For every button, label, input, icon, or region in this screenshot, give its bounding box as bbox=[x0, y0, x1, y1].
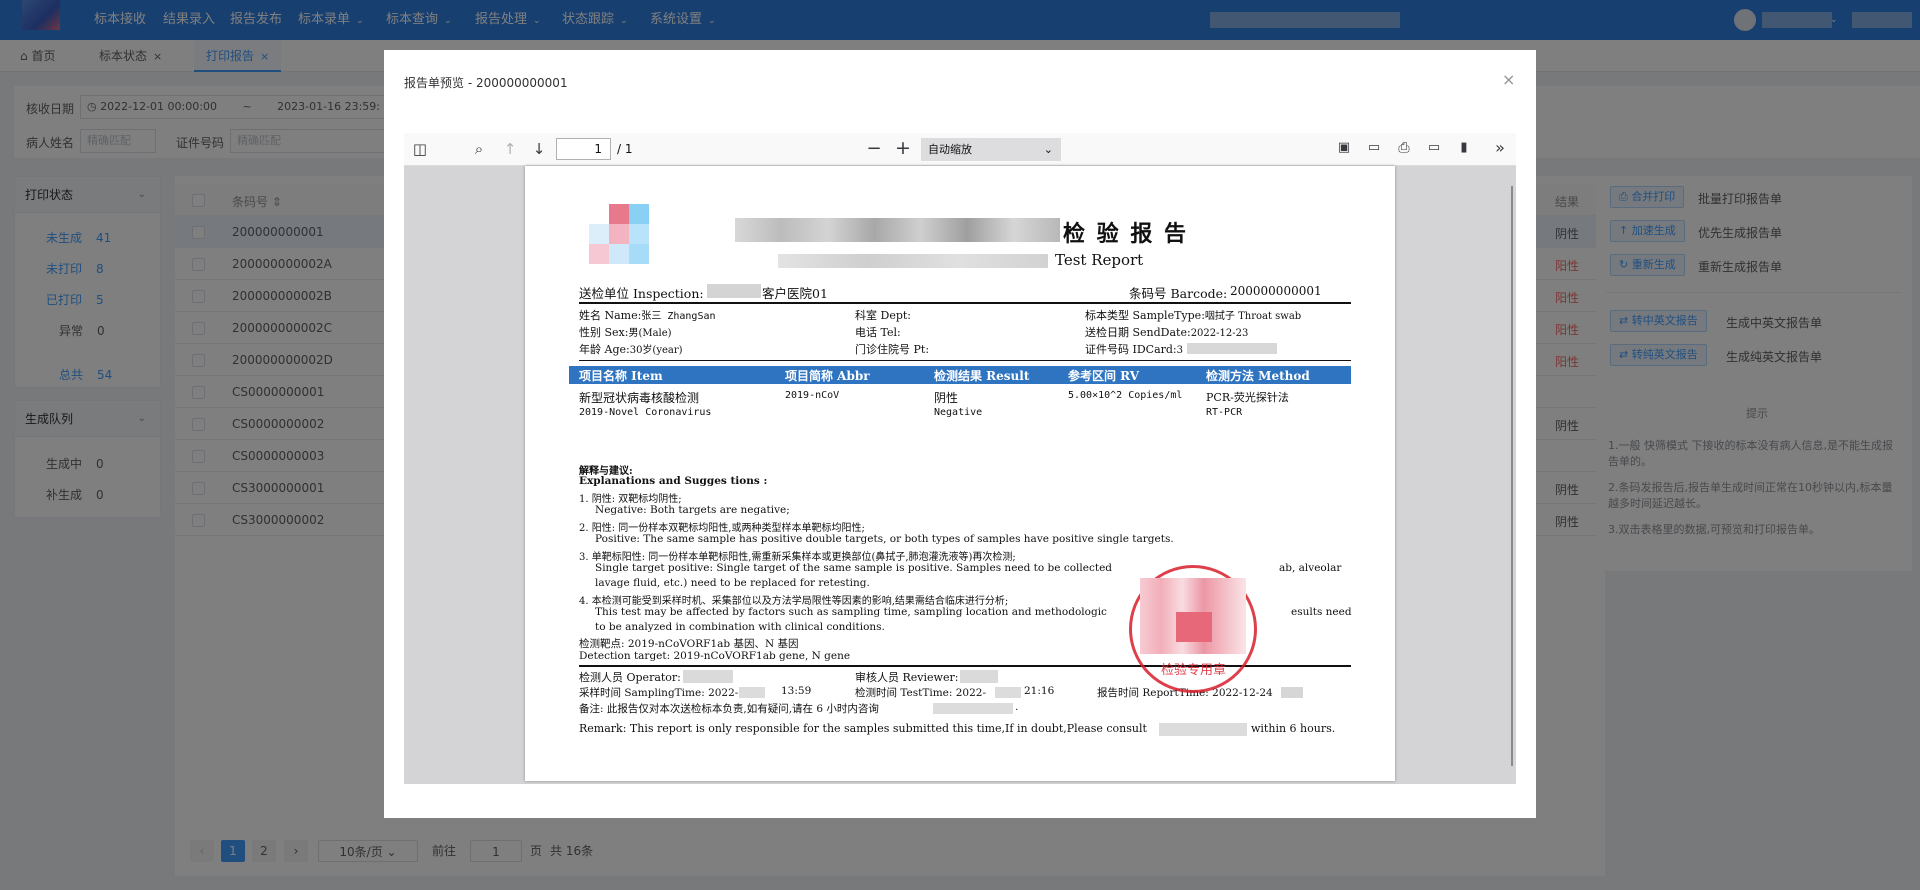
search-icon[interactable]: ⌕ bbox=[468, 140, 490, 158]
sex-label: 性别 Sex:男(Male) bbox=[579, 326, 672, 339]
barcode-value: 200000000001 bbox=[1230, 284, 1322, 298]
method-cn: PCR-荧光探针法 bbox=[1206, 391, 1289, 404]
sampling-time: 采样时间 SamplingTime: 2022- bbox=[579, 687, 739, 699]
presentation-mode-icon[interactable]: ▣ bbox=[1333, 140, 1355, 155]
blurred-operator bbox=[683, 670, 733, 683]
blurred-hospital-name bbox=[735, 218, 1060, 242]
pdf-scrollbar[interactable] bbox=[1511, 186, 1513, 766]
zoom-select[interactable]: 自动缩放 ⌄ bbox=[921, 138, 1061, 161]
explain-3-en-2: lavage fluid, etc.) need to be replaced … bbox=[595, 577, 870, 589]
report-title-en: Test Report bbox=[1055, 251, 1144, 269]
page-number-input[interactable]: 1 bbox=[556, 138, 611, 160]
download-icon[interactable]: ▭ bbox=[1423, 140, 1445, 155]
detection-target-en: Detection target: 2019-nCoVORF1ab gene, … bbox=[579, 650, 851, 662]
age-label: 年龄 Age:30岁(year) bbox=[579, 343, 683, 356]
chevron-down-icon: ⌄ bbox=[1043, 143, 1053, 156]
blurred-contact bbox=[933, 703, 1013, 714]
reviewer-label: 审核人员 Reviewer: bbox=[855, 671, 959, 684]
explain-3-cn: 3. 单靶标阳性: 同一份样本单靶标阳性,需重新采集样本或更换部位(鼻拭子,肺泡… bbox=[579, 552, 1016, 563]
explain-4-en: This test may be affected by factors suc… bbox=[595, 606, 1107, 618]
blurred-test-date bbox=[995, 687, 1021, 698]
bookmark-icon[interactable]: ▮ bbox=[1453, 140, 1475, 155]
inspection-seal: 检验专用章 bbox=[1129, 565, 1257, 693]
sample-type-label: 标本类型 SampleType:咽拭子 Throat swab bbox=[1085, 309, 1302, 322]
explain-2-en: Positive: The same sample has positive d… bbox=[595, 533, 1174, 545]
next-page-icon[interactable]: ↓ bbox=[528, 140, 550, 158]
explain-1-en: Negative: Both targets are negative; bbox=[595, 504, 790, 516]
previous-page-icon[interactable]: ↑ bbox=[499, 140, 521, 158]
explain-4-en-tail: esults need bbox=[1291, 606, 1352, 618]
explain-3-en-tail: ab, alveolar bbox=[1279, 562, 1342, 574]
report-page: 检 验 报 告 Test Report 送检单位 Inspection: 客户医… bbox=[525, 166, 1395, 781]
explain-1-cn: 1. 阴性: 双靶标均阴性; bbox=[579, 494, 682, 505]
page-total: / 1 bbox=[617, 142, 633, 156]
divider bbox=[579, 360, 1351, 361]
result-en: Negative bbox=[934, 407, 983, 418]
blurred-idcard bbox=[1187, 343, 1277, 354]
explain-2-cn: 2. 阳性: 同一份样本双靶标均阳性,或两种类型样本单靶标均阳性; bbox=[579, 523, 865, 534]
inspection-value: 客户医院01 bbox=[762, 286, 828, 301]
hospital-logo bbox=[585, 204, 669, 266]
remark-text: Remark: This report is only responsible … bbox=[579, 722, 1147, 735]
report-title: 检 验 报 告 bbox=[1063, 221, 1188, 247]
explain-3-en: Single target positive: Single target of… bbox=[595, 562, 1113, 574]
sidebar-toggle-icon[interactable]: ◫ bbox=[409, 140, 431, 158]
blurred-inspection bbox=[707, 284, 761, 298]
reference-range: 5.00×10^2 Copies/ml bbox=[1068, 390, 1183, 401]
zoom-in-icon[interactable]: + bbox=[892, 137, 914, 159]
operator-label: 检测人员 Operator: bbox=[579, 671, 681, 684]
sampling-time-tail: 13:59 bbox=[781, 685, 812, 697]
note-period: . bbox=[1015, 701, 1019, 713]
tools-menu-icon[interactable]: » bbox=[1489, 138, 1511, 157]
result-cn: 阴性 bbox=[934, 391, 959, 405]
dept-label: 科室 Dept: bbox=[855, 309, 911, 322]
pt-label: 门诊住院号 Pt: bbox=[855, 343, 930, 356]
inspection-label: 送检单位 Inspection: bbox=[579, 286, 704, 301]
print-icon[interactable]: ⎙ bbox=[1393, 140, 1415, 156]
blurred-reviewer bbox=[960, 670, 998, 683]
name-label: 姓名 Name:张三 ZhangSan bbox=[579, 309, 716, 322]
detection-target-cn: 检测靶点: 2019-nCoVORF1ab 基因、N 基因 bbox=[579, 638, 799, 650]
test-time: 检测时间 TestTime: 2022- bbox=[855, 687, 987, 699]
item-name-en: 2019-Novel Coronavirus bbox=[579, 407, 712, 418]
idcard-label: 证件号码 IDCard:3 bbox=[1085, 343, 1184, 356]
seal-text: 检验专用章 bbox=[1161, 663, 1227, 678]
open-file-icon[interactable]: ▭ bbox=[1363, 140, 1385, 155]
divider bbox=[579, 302, 1351, 304]
note-text: 备注: 此报告仅对本次送检标本负责,如有疑问,请在 6 小时内咨询 bbox=[579, 703, 879, 715]
blurred-sampling-date bbox=[739, 687, 765, 698]
barcode-label: 条码号 Barcode: bbox=[1129, 286, 1228, 301]
blurred-hospital-name-en bbox=[778, 254, 1048, 268]
explain-4-cn: 4. 本检测可能受到采样时机、采集部位以及方法学局限性等因素的影响,结果需结合临… bbox=[579, 596, 1009, 607]
send-date-label: 送检日期 SendDate:2022-12-23 bbox=[1085, 326, 1249, 339]
item-abbr: 2019-nCoV bbox=[785, 390, 840, 401]
item-name-cn: 新型冠状病毒核酸检测 bbox=[579, 391, 700, 405]
dialog-close-button[interactable]: × bbox=[1502, 70, 1515, 89]
dialog-title: 报告单预览 - 200000000001 bbox=[404, 76, 568, 90]
zoom-out-icon[interactable]: − bbox=[863, 138, 885, 159]
tel-label: 电话 Tel: bbox=[855, 326, 901, 339]
result-table-header: 项目名称 Item 项目简称 Abbr 检测结果 Result 参考区间 RV … bbox=[569, 366, 1351, 384]
explain-title-en: Explanations and Sugges tions : bbox=[579, 475, 768, 487]
method-en: RT-PCR bbox=[1206, 407, 1243, 418]
blurred-consult bbox=[1159, 723, 1247, 736]
test-time-tail: 21:16 bbox=[1024, 685, 1055, 697]
blurred-report-time bbox=[1281, 687, 1303, 698]
remark-tail: within 6 hours. bbox=[1251, 722, 1336, 735]
explain-4-en-2: to be analyzed in combination with clini… bbox=[595, 621, 885, 633]
